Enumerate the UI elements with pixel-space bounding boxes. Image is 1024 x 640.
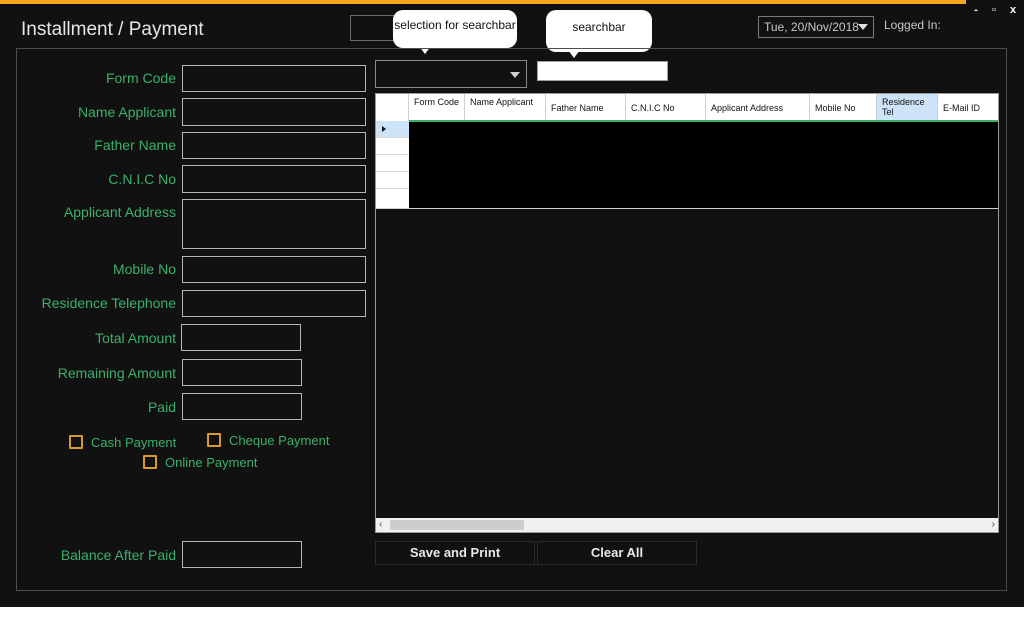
selection-callout: selection for searchbar — [393, 10, 517, 54]
mobile-no-label: Mobile No — [112, 261, 176, 277]
grid-body[interactable] — [409, 122, 998, 208]
row-header[interactable] — [376, 138, 409, 155]
logged-in-label: Logged In: — [884, 18, 941, 32]
save-and-print-button[interactable]: Save and Print — [375, 541, 535, 565]
cash-payment-checkbox[interactable] — [69, 435, 83, 449]
accent-bar — [0, 0, 966, 4]
column-header-form-code[interactable]: Form Code — [409, 94, 465, 121]
date-value: Tue, 20/Nov/2018 — [764, 20, 859, 34]
balance-after-paid-label: Balance After Paid — [60, 547, 176, 563]
total-amount-label: Total Amount — [95, 330, 176, 346]
horizontal-scrollbar[interactable]: ‹ › — [376, 518, 998, 532]
cnic-input[interactable] — [182, 165, 366, 193]
father-name-label: Father Name — [94, 137, 176, 153]
row-header[interactable] — [376, 189, 409, 206]
column-header-father-name[interactable]: Father Name — [546, 94, 626, 121]
small-input-box[interactable] — [350, 15, 398, 41]
grid-corner-cell — [376, 94, 409, 121]
form-code-input[interactable] — [182, 65, 366, 92]
total-amount-input[interactable] — [181, 324, 301, 351]
scroll-thumb[interactable] — [390, 520, 524, 530]
row-pointer-icon — [382, 126, 386, 132]
father-name-input[interactable] — [182, 132, 366, 159]
cheque-payment-label: Cheque Payment — [229, 433, 330, 448]
grid-header: Form Code Name Applicant Father Name C.N… — [376, 94, 998, 121]
column-header-applicant-address[interactable]: Applicant Address — [706, 94, 810, 121]
residence-telephone-input[interactable] — [182, 290, 366, 317]
maximize-button[interactable]: ▫ — [987, 3, 1001, 17]
row-headers — [376, 121, 409, 208]
form-code-label: Form Code — [105, 70, 176, 86]
column-header-cnic[interactable]: C.N.I.C No — [626, 94, 706, 121]
minimize-button[interactable]: - — [969, 3, 983, 17]
column-header-email-id[interactable]: E-Mail ID — [938, 94, 998, 121]
applicant-address-input[interactable] — [182, 199, 366, 249]
chevron-down-icon — [858, 24, 868, 30]
name-applicant-input[interactable] — [182, 98, 366, 126]
cheque-payment-checkbox[interactable] — [207, 433, 221, 447]
column-header-mobile-no[interactable]: Mobile No — [810, 94, 877, 121]
row-header[interactable] — [376, 172, 409, 189]
page-title: Installment / Payment — [21, 19, 204, 40]
applicant-address-label: Applicant Address — [63, 204, 176, 220]
mobile-no-input[interactable] — [182, 256, 366, 283]
online-payment-label: Online Payment — [165, 455, 258, 470]
row-header-selected[interactable] — [376, 121, 409, 138]
online-payment-checkbox[interactable] — [143, 455, 157, 469]
paid-input[interactable] — [182, 393, 302, 420]
close-button[interactable]: x — [1006, 3, 1020, 17]
column-header-residence-tel[interactable]: Residence Tel — [877, 94, 938, 121]
remaining-amount-label: Remaining Amount — [57, 365, 176, 381]
paid-label: Paid — [147, 399, 176, 415]
grid-bottom-line — [376, 208, 998, 209]
cash-payment-label: Cash Payment — [91, 435, 177, 450]
column-header-name-applicant[interactable]: Name Applicant — [465, 94, 546, 121]
searchbar-callout: searchbar — [546, 10, 652, 58]
cnic-label: C.N.I.C No — [108, 171, 176, 187]
date-picker[interactable]: Tue, 20/Nov/2018 — [758, 16, 874, 38]
remaining-amount-input[interactable] — [182, 359, 302, 386]
name-applicant-label: Name Applicant — [77, 104, 176, 120]
scroll-right-icon[interactable]: › — [992, 519, 995, 531]
chevron-down-icon — [510, 72, 520, 78]
row-header[interactable] — [376, 155, 409, 172]
scroll-left-icon[interactable]: ‹ — [379, 519, 382, 531]
search-selection-dropdown[interactable] — [375, 60, 527, 88]
residence-telephone-label: Residence Telephone — [41, 295, 176, 311]
balance-after-paid-input[interactable] — [182, 541, 302, 568]
search-input[interactable] — [537, 61, 668, 81]
clear-all-button[interactable]: Clear All — [537, 541, 697, 565]
